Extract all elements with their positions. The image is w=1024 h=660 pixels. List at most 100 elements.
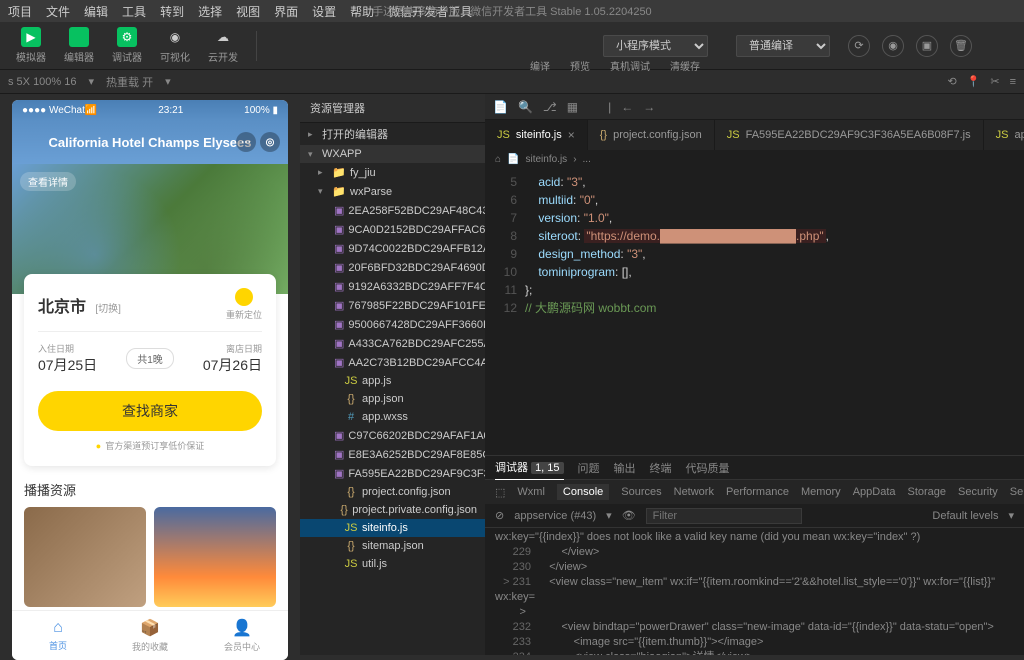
eye-icon[interactable]: 👁 [622, 509, 636, 522]
editor-tab[interactable]: JSsiteinfo.js× [485, 120, 588, 150]
tool-button[interactable]: ▶模拟器 [8, 25, 54, 66]
file-item[interactable]: ▣9D74C0022BDC29AFFB12A8050... [300, 239, 485, 258]
file-item[interactable]: {}project.private.config.json [300, 501, 485, 519]
city-switch[interactable]: [切换] [95, 304, 121, 315]
rotate-icon[interactable]: ⟲ [947, 75, 956, 88]
mini-close-icon[interactable]: ◎ [260, 132, 280, 152]
devtools-tab[interactable]: Wxml [517, 486, 545, 498]
file-item[interactable]: ▣9500667428DC29AFF3660E7331... [300, 315, 485, 334]
menu-item[interactable]: 转到 [160, 3, 184, 20]
panel-tab[interactable]: 问题 [578, 456, 600, 480]
detail-badge[interactable]: 查看详情 [20, 172, 76, 191]
mode-select[interactable]: 小程序模式 [603, 35, 708, 57]
devtools-tab[interactable]: Performance [726, 486, 789, 498]
devtools-tab[interactable]: Security [958, 486, 998, 498]
devtools-tab[interactable]: Sensor [1010, 486, 1024, 498]
levels-select[interactable]: Default levels [932, 510, 998, 522]
menu-item[interactable]: 编辑 [84, 3, 108, 20]
panel-tab[interactable]: 终端 [650, 456, 672, 480]
fwd-icon[interactable]: → [643, 100, 655, 114]
breadcrumb[interactable]: ⌂📄 siteinfo.js › ... [485, 150, 1024, 169]
editor-tab[interactable]: {}project.config.json [588, 120, 715, 150]
file-item[interactable]: ▣AA2C73B12BDC29AFCC4A1BB6... [300, 353, 485, 372]
file-item[interactable]: ▣A433CA762BDC29AFC255A2714... [300, 334, 485, 353]
menu-item[interactable]: 项目 [8, 3, 32, 20]
file-item[interactable]: ▾📁wxParse [300, 182, 485, 201]
file-item[interactable]: ▸📁fy_jiu [300, 163, 485, 182]
tool-button[interactable]: ◉可视化 [152, 25, 198, 66]
devtools-tab[interactable]: Network [674, 486, 714, 498]
tool-button[interactable]: ⚙调试器 [104, 25, 150, 66]
menu-item[interactable]: 文件 [46, 3, 70, 20]
panel-tab[interactable]: 输出 [614, 456, 636, 480]
checkin-date[interactable]: 入住日期 07月25日 [38, 342, 126, 375]
filter-input[interactable] [646, 508, 802, 524]
preview-icon[interactable]: ◉ [882, 35, 904, 57]
more-icon[interactable]: ≡ [1010, 76, 1016, 88]
compile-icon[interactable]: ⟳ [848, 35, 870, 57]
file-item[interactable]: ▣2EA258F52BDC29AF48C430F2D... [300, 201, 485, 220]
search-button[interactable]: 查找商家 [38, 391, 262, 431]
file-item[interactable]: {}sitemap.json [300, 537, 485, 555]
search-icon[interactable]: 🔍 [518, 100, 533, 114]
city-name[interactable]: 北京市 [38, 299, 86, 316]
explorer-group[interactable]: ▸打开的编辑器 [300, 123, 485, 145]
devtools-tab[interactable]: Memory [801, 486, 841, 498]
device-info[interactable]: s 5X 100% 16 [8, 76, 77, 88]
compile-select[interactable]: 普通编译 [736, 35, 830, 57]
menu-item[interactable]: 界面 [274, 3, 298, 20]
resource-card[interactable] [154, 507, 276, 607]
file-item[interactable]: ▣E8E3A6252BDC29AF8E85CE226... [300, 445, 485, 464]
tab-member[interactable]: 👤会员中心 [196, 611, 288, 660]
file-item[interactable]: {}app.json [300, 390, 485, 408]
file-item[interactable]: ▣767985F22BDC29AF101FEDF571... [300, 296, 485, 315]
devtools-tab[interactable]: Sources [621, 486, 661, 498]
scissors-icon[interactable]: ✂ [990, 75, 999, 88]
file-item[interactable]: ▣9192A6332BDC29AFF7F4CE3453... [300, 277, 485, 296]
tab-favorites[interactable]: 📦我的收藏 [104, 611, 196, 660]
relocate-button[interactable]: 重新定位 [226, 288, 262, 321]
file-item[interactable]: ▣20F6BFD32BDC29AF4690D7D4B4... [300, 258, 485, 277]
tab-home[interactable]: ⌂首页 [12, 611, 104, 660]
file-item[interactable]: ▣FA595EA22BDC29AF9C3F36A5E... [300, 464, 485, 483]
devtools-tab[interactable]: Storage [908, 486, 947, 498]
files-icon[interactable]: 📄 [493, 100, 508, 114]
file-item[interactable]: ▣9CA0D2152BDC29AFFAC6BA12E... [300, 220, 485, 239]
git-icon[interactable]: ⎇ [543, 100, 557, 114]
devtools-tab[interactable]: Console [557, 484, 609, 500]
tool-button[interactable]: 编辑器 [56, 25, 102, 66]
clear-icon[interactable]: ⊘ [495, 509, 504, 522]
editor-tab[interactable]: JSapp.js [984, 120, 1024, 150]
cache-icon[interactable]: 🗑 [950, 35, 972, 57]
ext-icon[interactable]: ▦ [567, 100, 578, 114]
file-item[interactable]: {}project.config.json [300, 483, 485, 501]
context-select[interactable]: appservice (#43) [514, 510, 596, 522]
mini-menu-icon[interactable]: ⋯ [236, 132, 256, 152]
file-item[interactable]: #app.wxss [300, 408, 485, 426]
hot-reload[interactable]: 热重载 开 [106, 74, 153, 90]
menu-item[interactable]: 选择 [198, 3, 222, 20]
file-item[interactable]: JSsiteinfo.js [300, 519, 485, 537]
code-editor[interactable]: 56789101112 acid: "3", multiid: "0", ver… [485, 169, 1024, 455]
panel-tab[interactable]: 代码质量 [686, 456, 730, 480]
file-item[interactable]: ▣C97C66202BDC29AFAF1A0E274... [300, 426, 485, 445]
close-icon[interactable]: × [568, 128, 575, 142]
resource-card[interactable] [24, 507, 146, 607]
inspect-icon[interactable]: ⬚ [495, 486, 505, 499]
explorer-group[interactable]: ▾WXAPP [300, 145, 485, 163]
devtools-tab[interactable]: AppData [853, 486, 896, 498]
file-item[interactable]: JSutil.js [300, 555, 485, 573]
location-icon[interactable]: 📍 [967, 75, 981, 88]
tool-button[interactable]: ☁云开发 [200, 25, 246, 66]
menu-item[interactable]: 设置 [312, 3, 336, 20]
panel-tab[interactable]: 调试器 1, 15 [495, 455, 564, 480]
checkout-date[interactable]: 离店日期 07月26日 [174, 342, 262, 375]
debug-icon[interactable]: ▣ [916, 35, 938, 57]
menu-item[interactable]: 帮助 [350, 3, 374, 20]
file-item[interactable]: JSapp.js [300, 372, 485, 390]
editor-tab[interactable]: JSFA595EA22BDC29AF9C3F36A5EA6B08F7.js [715, 120, 984, 150]
menu-item[interactable]: 工具 [122, 3, 146, 20]
back-icon[interactable]: ← [621, 100, 633, 114]
console-output[interactable]: wx:key="{{index}}" does not look like a … [485, 528, 1024, 655]
menu-item[interactable]: 视图 [236, 3, 260, 20]
